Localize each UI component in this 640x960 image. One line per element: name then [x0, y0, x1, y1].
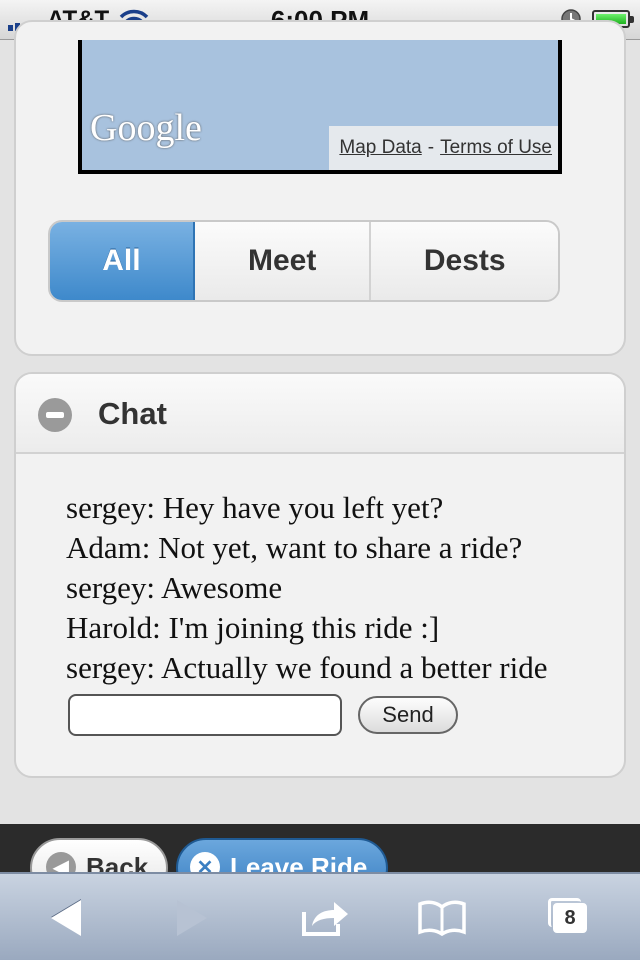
- chat-header[interactable]: Chat: [16, 374, 624, 454]
- chat-title: Chat: [98, 396, 167, 431]
- book-icon: [418, 900, 466, 936]
- collapse-minus-icon[interactable]: [38, 398, 72, 432]
- google-logo: Google: [90, 107, 202, 149]
- tab-count: 8: [564, 907, 576, 929]
- send-button[interactable]: Send: [358, 696, 458, 734]
- segment-dests[interactable]: Dests: [371, 222, 558, 300]
- chat-message: Harold: I'm joining this ride :]: [66, 610, 440, 645]
- map-credits: Map Data - Terms of Use: [329, 126, 558, 170]
- chat-message-input[interactable]: [68, 694, 342, 736]
- share-button[interactable]: [294, 892, 354, 944]
- filter-segmented-control: All Meet Dests: [48, 220, 560, 302]
- credits-separator: -: [427, 137, 435, 158]
- segment-meet[interactable]: Meet: [194, 222, 372, 300]
- bookmarks-button[interactable]: [412, 892, 472, 944]
- browser-back-button[interactable]: [36, 892, 96, 944]
- segment-all[interactable]: All: [50, 222, 195, 300]
- forward-arrow-icon: [177, 900, 207, 936]
- back-arrow-icon: [51, 900, 81, 936]
- chat-message: Adam: Not yet, want to share a ride?: [66, 530, 523, 565]
- chat-message: sergey: Actually we found a better ride: [66, 650, 548, 685]
- map-view[interactable]: Google Map Data - Terms of Use: [78, 40, 562, 174]
- browser-forward-button[interactable]: [162, 892, 222, 944]
- tabs-button[interactable]: 8: [540, 892, 600, 944]
- chat-messages: sergey: Hey have you left yet? Adam: Not…: [66, 488, 604, 688]
- chat-message: sergey: Awesome: [66, 570, 283, 605]
- chat-panel: Chat sergey: Hey have you left yet? Adam…: [14, 372, 626, 778]
- share-icon: [302, 902, 348, 936]
- chat-message: sergey: Hey have you left yet?: [66, 490, 444, 525]
- terms-of-use-link[interactable]: Terms of Use: [440, 137, 552, 159]
- pages-icon: 8: [548, 898, 587, 933]
- browser-toolbar: 8: [0, 872, 640, 960]
- map-data-link[interactable]: Map Data: [339, 137, 421, 159]
